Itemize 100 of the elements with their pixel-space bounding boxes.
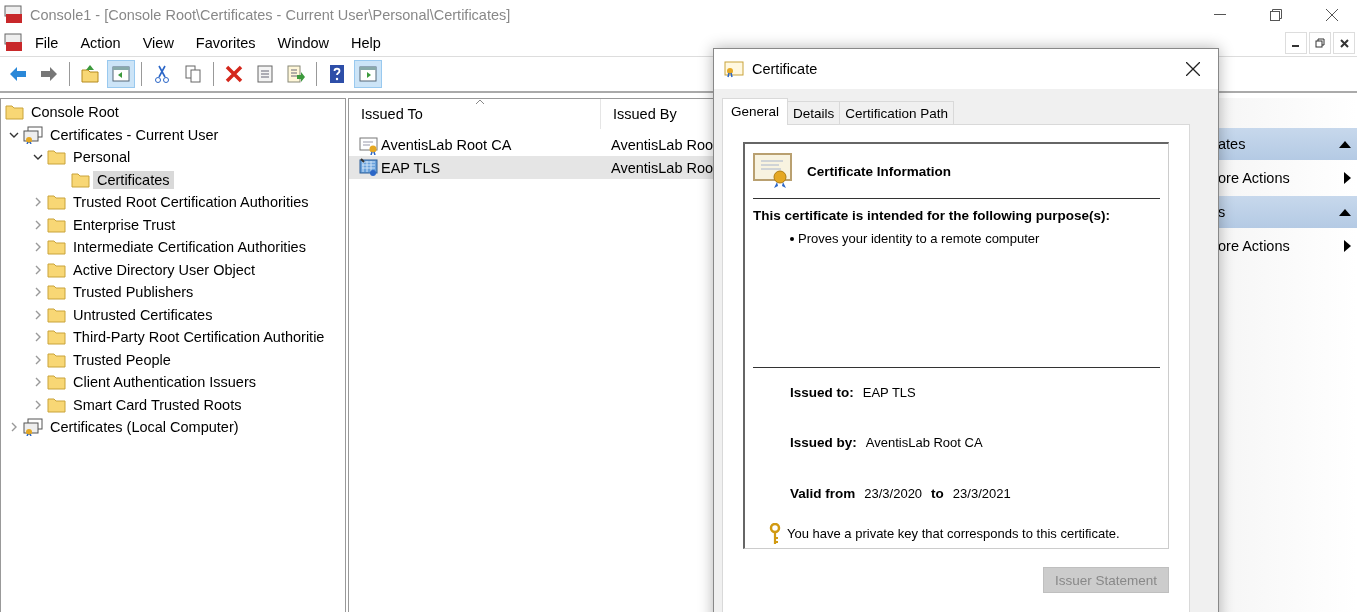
chevron-right-icon[interactable] bbox=[33, 399, 43, 410]
folder-icon bbox=[47, 149, 66, 166]
certificate-store-icon bbox=[23, 125, 43, 144]
field-label: Valid from bbox=[790, 486, 856, 502]
properties-icon bbox=[255, 64, 275, 84]
tree-item[interactable]: Certificates bbox=[93, 170, 174, 189]
delete-icon bbox=[224, 64, 244, 84]
menu-item[interactable]: File bbox=[24, 35, 70, 51]
collapse-icon bbox=[1339, 140, 1351, 148]
console-tree-icon bbox=[111, 64, 131, 84]
close-button[interactable] bbox=[1333, 32, 1355, 54]
menu-item[interactable]: Action bbox=[69, 35, 132, 51]
chevron-right-icon[interactable] bbox=[33, 377, 43, 388]
scissors-icon bbox=[152, 64, 172, 84]
minimize-button[interactable] bbox=[1285, 32, 1307, 54]
bullet-icon bbox=[790, 236, 794, 241]
purpose-heading: This certificate is intended for the following purpose(s): bbox=[753, 208, 1112, 224]
purpose-text: Proves your identity to a remote computer bbox=[798, 231, 1040, 247]
table-cell: EAP TLS bbox=[381, 159, 441, 176]
certificate-store-icon bbox=[23, 418, 43, 437]
chevron-right-icon[interactable] bbox=[33, 332, 43, 343]
certificate-key-icon bbox=[359, 157, 379, 178]
menu-item[interactable]: Favorites bbox=[184, 35, 267, 51]
window-title: Console1 - [Console Root\Certificates - Current User\Personal\Certificates] bbox=[30, 7, 512, 23]
copy-icon bbox=[183, 64, 203, 84]
restore-icon bbox=[1315, 38, 1325, 48]
field-label: Issued to: bbox=[790, 385, 854, 401]
menu-item[interactable]: Help bbox=[340, 35, 392, 51]
folder-icon bbox=[71, 171, 90, 188]
tree-item[interactable]: Client Authentication Issuers bbox=[69, 373, 260, 392]
folder-icon bbox=[47, 306, 66, 323]
minimize-icon bbox=[1214, 14, 1226, 16]
collapse-icon bbox=[1339, 208, 1351, 216]
folder-icon bbox=[47, 351, 66, 368]
chevron-right-icon[interactable] bbox=[33, 264, 43, 275]
tree-item[interactable]: Trusted Publishers bbox=[69, 283, 198, 302]
tab[interactable]: Certification Path bbox=[839, 101, 955, 125]
close-icon bbox=[1339, 38, 1349, 48]
submenu-arrow-icon bbox=[1344, 240, 1351, 252]
chevron-right-icon[interactable] bbox=[9, 422, 19, 433]
folder-icon bbox=[5, 104, 24, 121]
folder-icon bbox=[47, 216, 66, 233]
restore-button[interactable] bbox=[1309, 32, 1331, 54]
app-icon bbox=[4, 5, 24, 25]
folder-icon bbox=[47, 374, 66, 391]
field-value: EAP TLS bbox=[862, 385, 916, 401]
tree-item[interactable]: Certificates - Current User bbox=[46, 125, 223, 144]
chevron-right-icon[interactable] bbox=[33, 287, 43, 298]
action-item[interactable]: ore Actions bbox=[1190, 160, 1357, 196]
field-value: 23/3/2021 bbox=[952, 486, 1011, 502]
certificate-icon bbox=[724, 60, 744, 78]
tree-item[interactable]: Enterprise Trust bbox=[69, 215, 180, 234]
table-cell: AventisLab Roo bbox=[611, 159, 714, 176]
field-label: to bbox=[931, 486, 944, 502]
folder-icon bbox=[47, 194, 66, 211]
column-header[interactable]: Issued To bbox=[349, 99, 601, 129]
section-title: s bbox=[1218, 204, 1227, 220]
chevron-right-icon[interactable] bbox=[33, 219, 43, 230]
close-icon bbox=[1326, 9, 1338, 21]
tree-item[interactable]: Console Root bbox=[27, 103, 123, 122]
tree-item[interactable]: Trusted People bbox=[69, 350, 175, 369]
folder-icon bbox=[47, 284, 66, 301]
tree-item[interactable]: Personal bbox=[69, 148, 135, 167]
list-row[interactable]: AventisLab Root CA AventisLab Roo bbox=[349, 133, 869, 156]
certificate-icon bbox=[753, 153, 793, 190]
chevron-right-icon[interactable] bbox=[33, 197, 43, 208]
folder-icon bbox=[47, 396, 66, 413]
certificate-icon bbox=[359, 134, 379, 155]
folder-icon bbox=[47, 239, 66, 256]
folder-icon bbox=[47, 329, 66, 346]
submenu-arrow-icon bbox=[1344, 172, 1351, 184]
table-cell: AventisLab Root CA bbox=[381, 136, 512, 153]
help-icon bbox=[327, 64, 347, 84]
tree-item[interactable]: Trusted Root Certification Authorities bbox=[69, 193, 313, 212]
chevron-right-icon[interactable] bbox=[33, 242, 43, 253]
tree-item[interactable]: Smart Card Trusted Roots bbox=[69, 395, 246, 414]
private-key-note: You have a private key that corresponds to this certificate. bbox=[787, 526, 1120, 542]
tree-item[interactable]: Intermediate Certification Authorities bbox=[69, 238, 310, 257]
tree-item[interactable]: Active Directory User Object bbox=[69, 260, 260, 279]
menu-item[interactable]: View bbox=[131, 35, 185, 51]
field-value: AventisLab Root CA bbox=[865, 435, 983, 451]
restore-icon bbox=[1270, 9, 1282, 21]
field-label: Issued by: bbox=[790, 435, 857, 451]
tree-item[interactable]: Third-Party Root Certification Authoritie bbox=[69, 328, 329, 347]
action-pane-icon bbox=[358, 64, 378, 84]
document-icon[interactable] bbox=[4, 33, 24, 53]
console-tree-button[interactable] bbox=[107, 60, 135, 88]
table-cell: AventisLab Roo bbox=[611, 136, 714, 153]
tree-item[interactable]: Untrusted Certificates bbox=[69, 305, 217, 324]
tab[interactable]: General bbox=[722, 98, 789, 125]
folder-up-icon bbox=[80, 64, 100, 84]
section-title: ates bbox=[1218, 136, 1247, 152]
menu-item[interactable]: Window bbox=[266, 35, 341, 51]
chevron-right-icon[interactable] bbox=[33, 354, 43, 365]
field-value: 23/3/2020 bbox=[864, 486, 923, 502]
forward-arrow-icon bbox=[39, 64, 59, 84]
tree-item[interactable]: Certificates (Local Computer) bbox=[46, 418, 243, 437]
action-item[interactable]: ore Actions bbox=[1190, 228, 1357, 264]
folder-icon bbox=[47, 261, 66, 278]
chevron-right-icon[interactable] bbox=[33, 309, 43, 320]
